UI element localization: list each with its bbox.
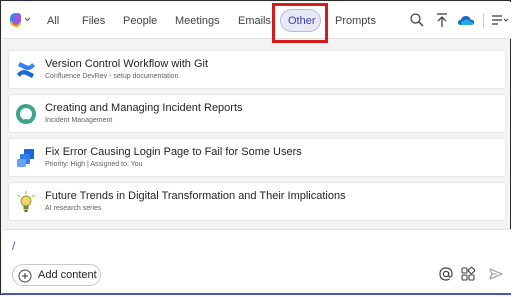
result-title: Fix Error Causing Login Page to Fail for… xyxy=(45,146,302,158)
upload-icon xyxy=(437,13,447,27)
apps-grid-icon xyxy=(461,266,476,281)
add-circle-icon xyxy=(18,269,32,288)
top-navigation-bar: All Files People Meetings Emails Other P… xyxy=(2,2,511,39)
incident-icon xyxy=(15,103,37,125)
result-title: Future Trends in Digital Transformation … xyxy=(45,190,346,202)
result-subtitle: Incident Management xyxy=(45,117,113,124)
send-button[interactable] xyxy=(488,266,504,282)
result-item[interactable]: Fix Error Causing Login Page to Fail for… xyxy=(8,138,506,177)
result-item[interactable]: Future Trends in Digital Transformation … xyxy=(8,182,506,221)
copilot-logo-dropdown[interactable] xyxy=(8,11,32,29)
mention-button[interactable] xyxy=(438,266,454,282)
tab-prompts[interactable]: Prompts xyxy=(335,11,376,31)
send-icon xyxy=(489,268,503,280)
tab-files[interactable]: Files xyxy=(82,11,105,31)
result-item[interactable]: Version Control Workflow with Git Conflu… xyxy=(8,50,506,89)
result-item[interactable]: Creating and Managing Incident Reports I… xyxy=(8,94,506,133)
result-title: Version Control Workflow with Git xyxy=(45,58,209,70)
onedrive-button[interactable] xyxy=(457,11,475,29)
highlight-annotation-box xyxy=(272,3,328,43)
composer-input[interactable]: / xyxy=(12,239,15,253)
result-title: Creating and Managing Incident Reports xyxy=(45,102,243,114)
menu-lines-icon xyxy=(492,15,509,25)
confluence-icon xyxy=(15,59,37,81)
lightbulb-icon xyxy=(15,191,37,213)
menu-button[interactable] xyxy=(490,11,509,29)
upload-button[interactable] xyxy=(433,11,451,29)
add-content-label: Add content xyxy=(38,269,97,281)
toolbar-divider xyxy=(483,13,484,28)
app-window: All Files People Meetings Emails Other P… xyxy=(0,0,511,296)
add-content-button[interactable]: Add content xyxy=(12,264,101,286)
result-subtitle: AI research series xyxy=(45,205,102,212)
focus-underline xyxy=(2,293,511,295)
at-sign-icon xyxy=(439,267,453,281)
chat-composer: / Add content xyxy=(2,229,511,296)
result-subtitle: Priority: High | Assigned to: You xyxy=(45,161,143,168)
result-subtitle: Confluence DevRev - setup documentation xyxy=(45,73,179,80)
chevron-down-icon xyxy=(24,17,31,22)
search-icon xyxy=(410,13,424,27)
copilot-logo-icon xyxy=(10,13,31,28)
tab-meetings[interactable]: Meetings xyxy=(175,11,220,31)
apps-button[interactable] xyxy=(460,266,476,282)
tab-emails[interactable]: Emails xyxy=(238,11,271,31)
jira-icon xyxy=(15,147,37,169)
chevron-down-icon xyxy=(503,18,509,22)
search-button[interactable] xyxy=(408,11,426,29)
onedrive-cloud-icon xyxy=(458,16,474,25)
tab-all[interactable]: All xyxy=(47,11,59,31)
tab-people[interactable]: People xyxy=(123,11,157,31)
